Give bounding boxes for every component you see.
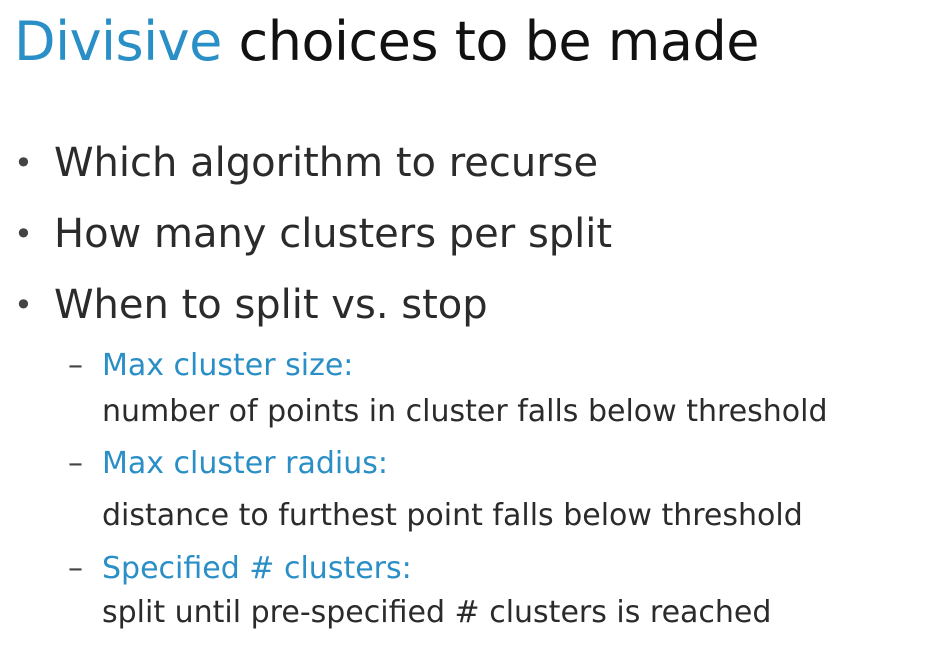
sub-item-specified-clusters: – Specified # clusters: split until pre-s… <box>68 551 771 631</box>
bullet-item: • How many clusters per split <box>14 209 612 259</box>
slide-title-accent: Divisive <box>14 10 222 73</box>
sub-item-label: Specified # clusters: <box>102 551 412 586</box>
slide: Divisive choices to be made • Which algor… <box>0 0 952 667</box>
sub-item-marker: – <box>68 551 83 586</box>
sub-item-marker: – <box>68 348 83 383</box>
slide-title: Divisive choices to be made <box>14 4 759 80</box>
sub-item-label: Max cluster size: <box>102 348 354 383</box>
sub-item-max-cluster-radius: – Max cluster radius: distance to furthes… <box>68 446 803 534</box>
sub-item-description: split until pre-specified # clusters is … <box>102 595 772 630</box>
bullet-marker: • <box>14 144 33 182</box>
sub-item-description: number of points in cluster falls below … <box>102 394 828 429</box>
bullet-item: • Which algorithm to recurse <box>14 138 598 188</box>
bullet-item: • When to split vs. stop <box>14 280 488 330</box>
bullet-marker: • <box>14 215 33 253</box>
sub-item-description: distance to furthest point falls below t… <box>102 498 803 533</box>
sub-item-marker: – <box>68 446 83 481</box>
sub-item-label: Max cluster radius: <box>102 446 388 481</box>
sub-item-max-cluster-size: – Max cluster size: number of points in c… <box>68 348 828 430</box>
bullet-text: Which algorithm to recurse <box>54 140 599 186</box>
bullet-marker: • <box>14 286 33 324</box>
slide-title-rest: choices to be made <box>221 10 760 73</box>
bullet-text: When to split vs. stop <box>54 282 488 328</box>
bullet-text: How many clusters per split <box>54 211 613 257</box>
